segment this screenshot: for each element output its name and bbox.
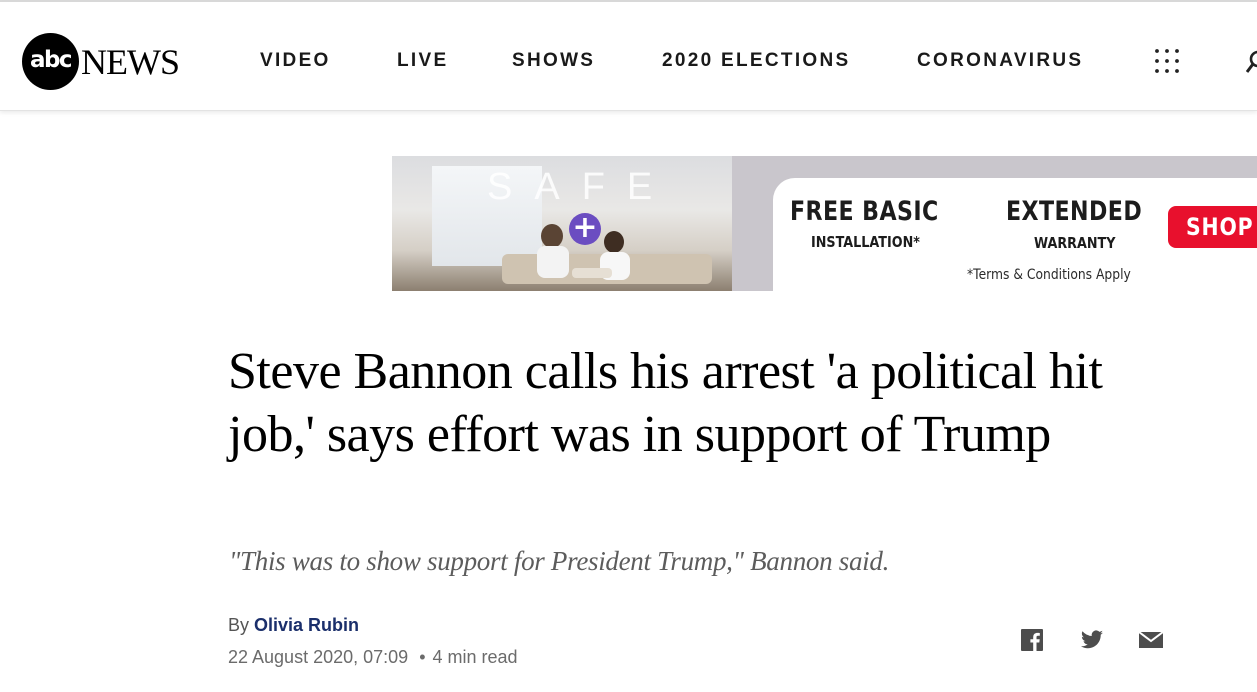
- ad-free-basic-text: FREE BASIC: [790, 196, 939, 227]
- ad-extended-text: EXTENDED: [1006, 196, 1143, 227]
- ad-terms-text: *Terms & Conditions Apply: [967, 267, 1131, 283]
- logo-abc-text: abc: [29, 46, 73, 73]
- ad-warranty-text: WARRANTY: [1034, 234, 1116, 252]
- nav-item-coronavirus[interactable]: CORONAVIRUS: [917, 50, 1083, 72]
- twitter-icon[interactable]: [1079, 628, 1105, 652]
- publish-date: 22 August 2020, 07:09: [228, 647, 409, 667]
- meta-separator: •: [419, 647, 426, 667]
- ad-living-room-photo: SAFE: [392, 156, 732, 291]
- facebook-icon[interactable]: [1019, 628, 1045, 652]
- email-icon[interactable]: [1138, 628, 1164, 652]
- abc-logo-circle: abc: [22, 32, 79, 90]
- article-headline: Steve Bannon calls his arrest 'a politic…: [228, 343, 1103, 463]
- article-subhead: "This was to show support for President …: [229, 546, 890, 576]
- nav-item-2020-elections[interactable]: 2020 ELECTIONS: [662, 50, 850, 72]
- abc-news-logo[interactable]: abc NEWS: [22, 32, 180, 90]
- read-time: 4 min read: [432, 647, 518, 667]
- logo-news-text: NEWS: [81, 42, 180, 82]
- article-meta: 22 August 2020, 07:09 • 4 min read: [228, 647, 518, 668]
- ad-installation-text: INSTALLATION*: [811, 233, 920, 251]
- ad-safe-text: SAFE: [487, 166, 675, 208]
- ad-shop-now-label: SHOP N: [1186, 213, 1257, 241]
- byline-prefix: By: [228, 615, 250, 635]
- byline: By Olivia Rubin: [228, 615, 359, 636]
- site-header: abc NEWS VIDEO LIVE SHOWS 2020 ELECTIONS…: [0, 2, 1257, 111]
- nav-item-video[interactable]: VIDEO: [260, 50, 331, 72]
- ad-plus-icon: +: [569, 213, 601, 245]
- nav-item-live[interactable]: LIVE: [397, 50, 448, 72]
- ad-shop-now-button[interactable]: SHOP N: [1168, 206, 1257, 248]
- search-icon[interactable]: [1246, 50, 1257, 76]
- author-link[interactable]: Olivia Rubin: [254, 615, 359, 635]
- grid-menu-icon[interactable]: [1154, 48, 1180, 74]
- nav-item-shows[interactable]: SHOWS: [512, 50, 595, 72]
